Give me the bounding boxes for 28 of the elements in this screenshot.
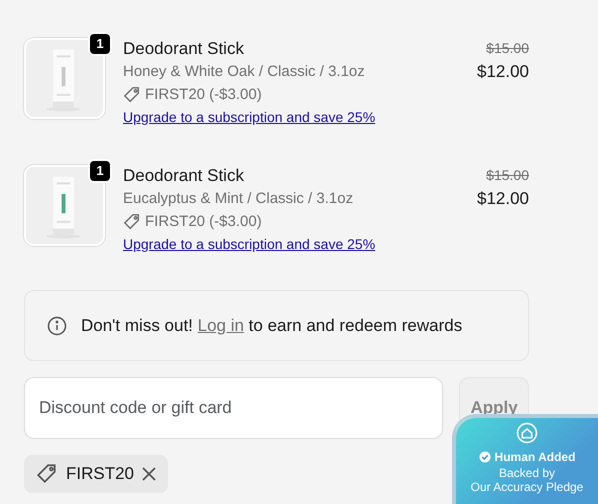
product-title: Deodorant Stick — [123, 165, 245, 187]
discount-field[interactable]: Discount code or gift card — [24, 377, 444, 439]
product-title: Deodorant Stick — [123, 38, 245, 60]
info-icon — [47, 316, 67, 336]
quantity-badge: 1 — [88, 32, 112, 56]
product-variant: Honey & White Oak / Classic / 3.1oz — [123, 62, 366, 82]
verified-icon — [478, 451, 491, 463]
upgrade-link[interactable]: Upgrade to a subscription and save 25% — [123, 109, 376, 125]
discount-label: FIRST20 (-$3.00) — [145, 212, 262, 232]
house-icon — [516, 422, 538, 444]
discount-label: FIRST20 (-$3.00) — [145, 85, 262, 105]
remove-icon[interactable] — [142, 467, 156, 481]
code-label: FIRST20 — [66, 463, 134, 486]
badge-line: Backed by — [498, 466, 556, 480]
badge-line: Our Accuracy Pledge — [470, 480, 584, 494]
quantity-badge: 1 — [88, 159, 112, 183]
product-variant: Eucalyptus & Mint / Classic / 3.1oz — [123, 189, 354, 209]
badge-title: Human Added — [494, 449, 576, 466]
price: $12.00 — [477, 188, 529, 210]
original-price: $15.00 — [485, 166, 529, 185]
tag-icon — [123, 212, 141, 230]
price: $12.00 — [477, 61, 529, 83]
original-price: $15.00 — [485, 39, 529, 58]
rewards-message: Don't miss out! Log in to earn and redeem rewards — [81, 314, 462, 337]
tag-icon — [36, 463, 58, 485]
upgrade-link[interactable]: Upgrade to a subscription and save 25% — [123, 236, 376, 252]
tag-icon — [123, 86, 141, 104]
login-link[interactable]: Log in — [198, 316, 244, 335]
